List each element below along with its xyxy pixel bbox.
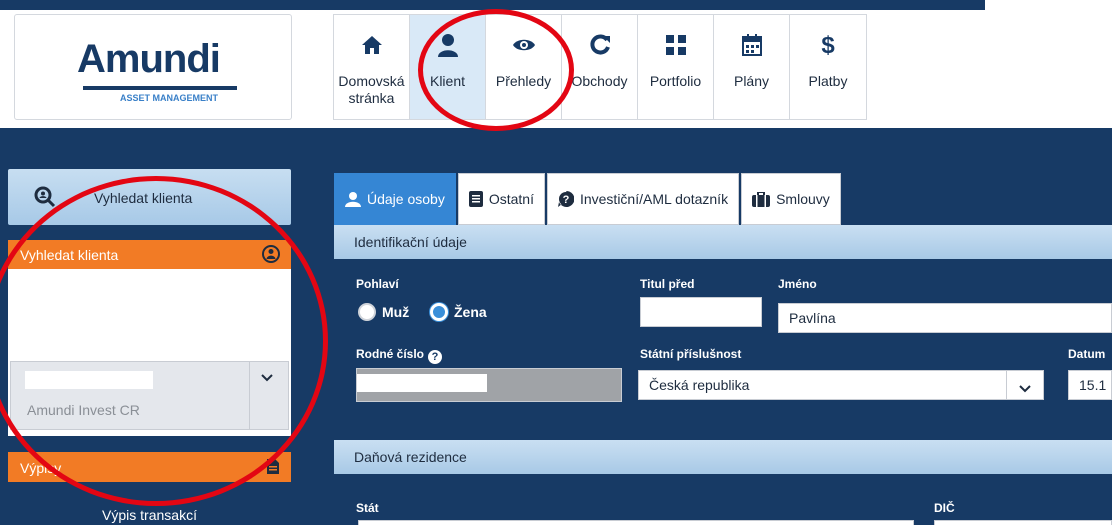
- nav-item-trades[interactable]: Obchody: [562, 15, 638, 119]
- birth-number-input[interactable]: [356, 368, 622, 402]
- identification-section: Identifikační údaje Pohlaví Muž Žena Tit…: [334, 225, 1112, 417]
- nav-label: Domovská stránka: [338, 73, 405, 106]
- state-label: Stát: [356, 501, 379, 515]
- nav-item-plans[interactable]: Plány: [714, 15, 790, 119]
- tax-residence-section: Daňová rezidence Stát DIČ: [334, 440, 1112, 525]
- search-client-label: Vyhledat klienta: [94, 190, 193, 206]
- search-client-button[interactable]: Vyhledat klienta: [8, 169, 291, 225]
- nav-item-overviews[interactable]: Přehledy: [486, 15, 562, 119]
- identification-title: Identifikační údaje: [354, 234, 467, 250]
- refresh-icon: [562, 31, 637, 59]
- gender-label: Pohlaví: [356, 277, 399, 291]
- gender-option-male: Muž: [382, 304, 410, 320]
- redacted-field: [25, 371, 153, 389]
- date-input[interactable]: 15.1: [1068, 370, 1112, 400]
- first-name-input[interactable]: Pavlína: [778, 303, 1112, 333]
- tin-label: DIČ: [934, 501, 955, 515]
- eye-icon: [486, 31, 561, 59]
- nav-label: Platby: [808, 73, 848, 89]
- main-nav: Domovská stránka Klient Přehledy Obchody…: [333, 14, 867, 120]
- tab-investment-aml-questionnaire[interactable]: ? Investiční/AML dotazník: [546, 173, 740, 225]
- header: Amundi ASSET MANAGEMENT Domovská stránka…: [0, 10, 1112, 128]
- nav-label: Obchody: [571, 73, 628, 89]
- dollar-icon: $: [790, 31, 866, 59]
- statements-panel-header: Výpisy: [8, 452, 291, 482]
- svg-text:$: $: [821, 32, 835, 58]
- select-divider: [249, 362, 250, 429]
- tax-residence-title: Daňová rezidence: [354, 449, 467, 465]
- user-icon: [345, 191, 361, 207]
- tax-residence-header: Daňová rezidence: [334, 440, 1112, 474]
- nationality-label: Státní příslušnost: [640, 347, 742, 361]
- amundi-logo[interactable]: Amundi ASSET MANAGEMENT: [14, 14, 292, 120]
- nationality-select[interactable]: Česká republika: [638, 370, 1044, 400]
- nav-item-client[interactable]: Klient: [410, 15, 486, 119]
- logo-name: Amundi: [77, 37, 221, 81]
- help-person-icon[interactable]: [261, 245, 281, 268]
- calendar-icon: [714, 31, 789, 59]
- nav-item-payments[interactable]: $ Platby: [790, 15, 866, 119]
- select-divider: [1006, 371, 1007, 399]
- transactions-statement-label: Výpis transakcí: [102, 507, 197, 523]
- statements-title: Výpisy: [20, 460, 62, 476]
- tab-other[interactable]: Ostatní: [457, 173, 545, 225]
- tab-label: Investiční/AML dotazník: [579, 191, 729, 207]
- tab-label: Smlouvy: [776, 191, 830, 207]
- nav-item-home[interactable]: Domovská stránka: [334, 15, 410, 119]
- birth-number-label: Rodné číslo: [356, 347, 425, 361]
- company-select-value: Amundi Invest CR: [27, 402, 140, 418]
- title-before-label: Titul před: [640, 277, 695, 291]
- radio-circle[interactable]: [358, 303, 376, 321]
- top-strip: [0, 0, 1112, 10]
- tab-contracts[interactable]: Smlouvy: [741, 173, 841, 225]
- nav-label: Plány: [733, 73, 770, 89]
- search-user-icon: [34, 186, 56, 213]
- chevron-down-icon[interactable]: [260, 370, 274, 388]
- help-icon[interactable]: ?: [428, 350, 443, 364]
- logo-underline: [83, 86, 237, 90]
- date-label: Datum: [1068, 347, 1106, 361]
- document-icon: [468, 191, 483, 207]
- nav-label: Přehledy: [495, 73, 552, 89]
- client-tabs: Údaje osoby Ostatní ? Investiční/AML dot…: [334, 173, 843, 225]
- tab-person-details[interactable]: Údaje osoby: [334, 173, 456, 225]
- gender-radio-female[interactable]: Žena: [430, 303, 487, 321]
- state-select[interactable]: [358, 520, 914, 525]
- radio-circle-selected[interactable]: [430, 303, 448, 321]
- question-icon: ?: [557, 191, 574, 207]
- company-select[interactable]: Amundi Invest CR: [10, 361, 289, 430]
- tab-label: Ostatní: [488, 191, 534, 207]
- user-icon: [410, 31, 485, 59]
- chevron-down-icon[interactable]: [1019, 380, 1031, 396]
- grid-icon: [638, 31, 713, 59]
- search-panel-header: Vyhledat klienta: [8, 240, 291, 269]
- top-strip-block: [985, 0, 1112, 10]
- nav-label: Portfolio: [649, 73, 702, 89]
- tab-label: Údaje osoby: [367, 191, 445, 207]
- logo-subtitle: ASSET MANAGEMENT: [120, 93, 219, 103]
- nav-label: Klient: [429, 73, 466, 89]
- redacted-field: [357, 374, 487, 392]
- tin-input[interactable]: [934, 520, 1112, 525]
- search-client-panel: Vyhledat klienta Amundi Invest CR: [8, 240, 291, 436]
- home-icon: [334, 31, 409, 59]
- identification-header: Identifikační údaje: [334, 225, 1112, 259]
- search-panel-title: Vyhledat klienta: [20, 247, 119, 263]
- transactions-statement-link[interactable]: Výpis transakcí: [8, 482, 291, 525]
- nav-item-portfolio[interactable]: Portfolio: [638, 15, 714, 119]
- first-name-label: Jméno: [778, 277, 817, 291]
- briefcase-icon: [752, 191, 771, 207]
- nationality-value: Česká republika: [649, 377, 750, 393]
- birth-number-label-wrap: Rodné číslo?: [356, 347, 443, 364]
- gender-radio-male[interactable]: Muž: [358, 303, 409, 321]
- document-icon: [267, 459, 279, 479]
- title-before-input[interactable]: [640, 297, 762, 327]
- gender-option-female: Žena: [454, 304, 487, 320]
- svg-text:?: ?: [563, 194, 570, 206]
